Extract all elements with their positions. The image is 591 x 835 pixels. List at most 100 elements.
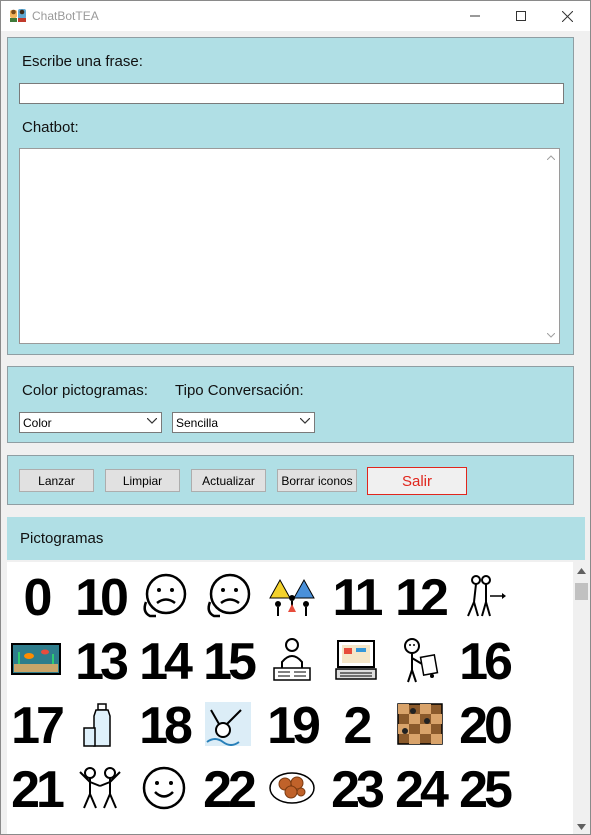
update-button[interactable]: Actualizar xyxy=(191,469,266,492)
computer-icon xyxy=(334,638,378,687)
scroll-up-icon[interactable] xyxy=(577,568,586,574)
pictogram-number[interactable]: 11 xyxy=(325,568,387,628)
scrollbar-thumb[interactable] xyxy=(575,583,588,600)
pictogram-image[interactable] xyxy=(7,632,67,692)
pictogram-image[interactable] xyxy=(197,696,259,756)
pictogram-number[interactable]: 22 xyxy=(197,760,259,820)
maximize-button[interactable] xyxy=(498,1,544,31)
scroll-down-icon[interactable] xyxy=(543,328,559,342)
pictogram-number[interactable]: 24 xyxy=(389,760,451,820)
chatbot-app-icon xyxy=(9,7,27,23)
pictogram-number-label: 24 xyxy=(395,761,449,819)
chatbot-scrollbar[interactable] xyxy=(543,149,559,343)
phrase-label: Escribe una frase: xyxy=(22,53,143,70)
walking-people-icon xyxy=(462,572,506,625)
conversation-type-select[interactable]: Sencilla xyxy=(172,412,315,433)
pictogram-image[interactable] xyxy=(389,696,451,756)
color-label: Color pictogramas: xyxy=(22,382,148,399)
pictogram-number-label: 0 xyxy=(23,569,53,627)
conversation-type-label: Tipo Conversación: xyxy=(175,382,304,399)
pictogram-number-label: 19 xyxy=(267,697,321,755)
pictogram-image[interactable] xyxy=(453,568,515,628)
launch-button[interactable]: Lanzar xyxy=(19,469,94,492)
pictogram-number-label: 10 xyxy=(75,569,129,627)
pictograms-scrollbar[interactable] xyxy=(573,562,590,834)
pictogram-number-label: 12 xyxy=(395,569,449,627)
pictogram-number-label: 13 xyxy=(75,633,129,691)
person-reading-icon xyxy=(270,636,314,689)
water-bottle-glass-icon xyxy=(82,700,118,753)
pictogram-number[interactable]: 12 xyxy=(389,568,451,628)
pictogram-number[interactable]: 15 xyxy=(197,632,259,692)
app-window: ChatBotTEA Escribe una frase: Chatbot: C… xyxy=(0,0,591,835)
food-plate-icon xyxy=(268,770,316,811)
pictogram-image[interactable] xyxy=(133,568,195,628)
close-icon xyxy=(561,10,573,22)
pictograms-title: Pictogramas xyxy=(20,530,104,547)
pictogram-number-label: 21 xyxy=(11,761,65,819)
color-select[interactable]: Color xyxy=(19,412,162,433)
pictogram-number[interactable]: 13 xyxy=(69,632,131,692)
pictogram-number[interactable]: 16 xyxy=(453,632,515,692)
pictogram-number[interactable]: 21 xyxy=(7,760,67,820)
pictogram-number-label: 25 xyxy=(459,761,513,819)
pictogram-number-label: 16 xyxy=(459,633,513,691)
chevron-down-icon xyxy=(300,418,310,424)
chatbot-output[interactable] xyxy=(19,148,560,344)
pictogram-image[interactable] xyxy=(325,632,387,692)
clear-button[interactable]: Limpiar xyxy=(105,469,180,492)
conversation-type-value: Sencilla xyxy=(176,416,219,430)
pictogram-number[interactable]: 25 xyxy=(453,760,515,820)
pictogram-image[interactable] xyxy=(197,568,259,628)
pictogram-number[interactable]: 19 xyxy=(261,696,323,756)
sad-face-icon xyxy=(140,572,188,625)
pictogram-image[interactable] xyxy=(261,760,323,820)
chess-board-icon xyxy=(397,702,443,750)
chevron-down-icon xyxy=(147,418,157,424)
pictogram-number[interactable]: 17 xyxy=(7,696,67,756)
happy-face-icon xyxy=(140,764,188,817)
pictogram-image[interactable] xyxy=(389,632,451,692)
aquarium-icon xyxy=(11,642,61,683)
maximize-icon xyxy=(516,11,526,21)
minimize-button[interactable] xyxy=(452,1,498,31)
pictogram-image[interactable] xyxy=(261,568,323,628)
pictogram-number-label: 23 xyxy=(331,761,385,819)
pictogram-number-label: 20 xyxy=(459,697,513,755)
pictogram-number-label: 14 xyxy=(139,633,193,691)
window-title: ChatBotTEA xyxy=(32,9,99,23)
pictogram-image[interactable] xyxy=(69,696,131,756)
pictogram-number[interactable]: 14 xyxy=(133,632,195,692)
close-button[interactable] xyxy=(544,1,590,31)
pictogram-number[interactable]: 10 xyxy=(69,568,131,628)
pictogram-number[interactable]: 18 xyxy=(133,696,195,756)
people-dancing-icon xyxy=(77,764,123,817)
chatbot-label: Chatbot: xyxy=(22,119,79,136)
input-panel: Escribe una frase: Chatbot: xyxy=(7,37,574,355)
pictogram-image[interactable] xyxy=(133,760,195,820)
pictogram-number[interactable]: 20 xyxy=(453,696,515,756)
pictogram-image[interactable] xyxy=(69,760,131,820)
phrase-input[interactable] xyxy=(19,83,564,104)
delete-icons-button[interactable]: Borrar iconos xyxy=(277,469,357,492)
pictogram-number-label: 2 xyxy=(343,697,373,755)
sad-face-icon xyxy=(204,572,252,625)
buttons-panel: Lanzar Limpiar Actualizar Borrar iconos … xyxy=(7,455,574,505)
pictogram-number[interactable]: 2 xyxy=(325,696,387,756)
pictogram-number-label: 22 xyxy=(203,761,257,819)
scroll-up-icon[interactable] xyxy=(543,150,559,164)
color-select-value: Color xyxy=(23,416,52,430)
camping-group-icon xyxy=(266,574,318,623)
exit-button[interactable]: Salir xyxy=(367,467,467,495)
pictogram-number-label: 18 xyxy=(139,697,193,755)
title-bar: ChatBotTEA xyxy=(1,1,590,31)
pictogram-number[interactable]: 0 xyxy=(7,568,67,628)
options-panel: Color pictogramas: Tipo Conversación: Co… xyxy=(7,366,574,443)
pictogram-image[interactable] xyxy=(261,632,323,692)
pictogram-number-label: 15 xyxy=(203,633,257,691)
scroll-down-icon[interactable] xyxy=(577,824,586,830)
person-thinking-icon xyxy=(398,636,442,689)
pictogram-number[interactable]: 23 xyxy=(325,760,387,820)
pictograms-header: Pictogramas xyxy=(7,517,585,560)
pictogram-number-label: 17 xyxy=(11,697,65,755)
